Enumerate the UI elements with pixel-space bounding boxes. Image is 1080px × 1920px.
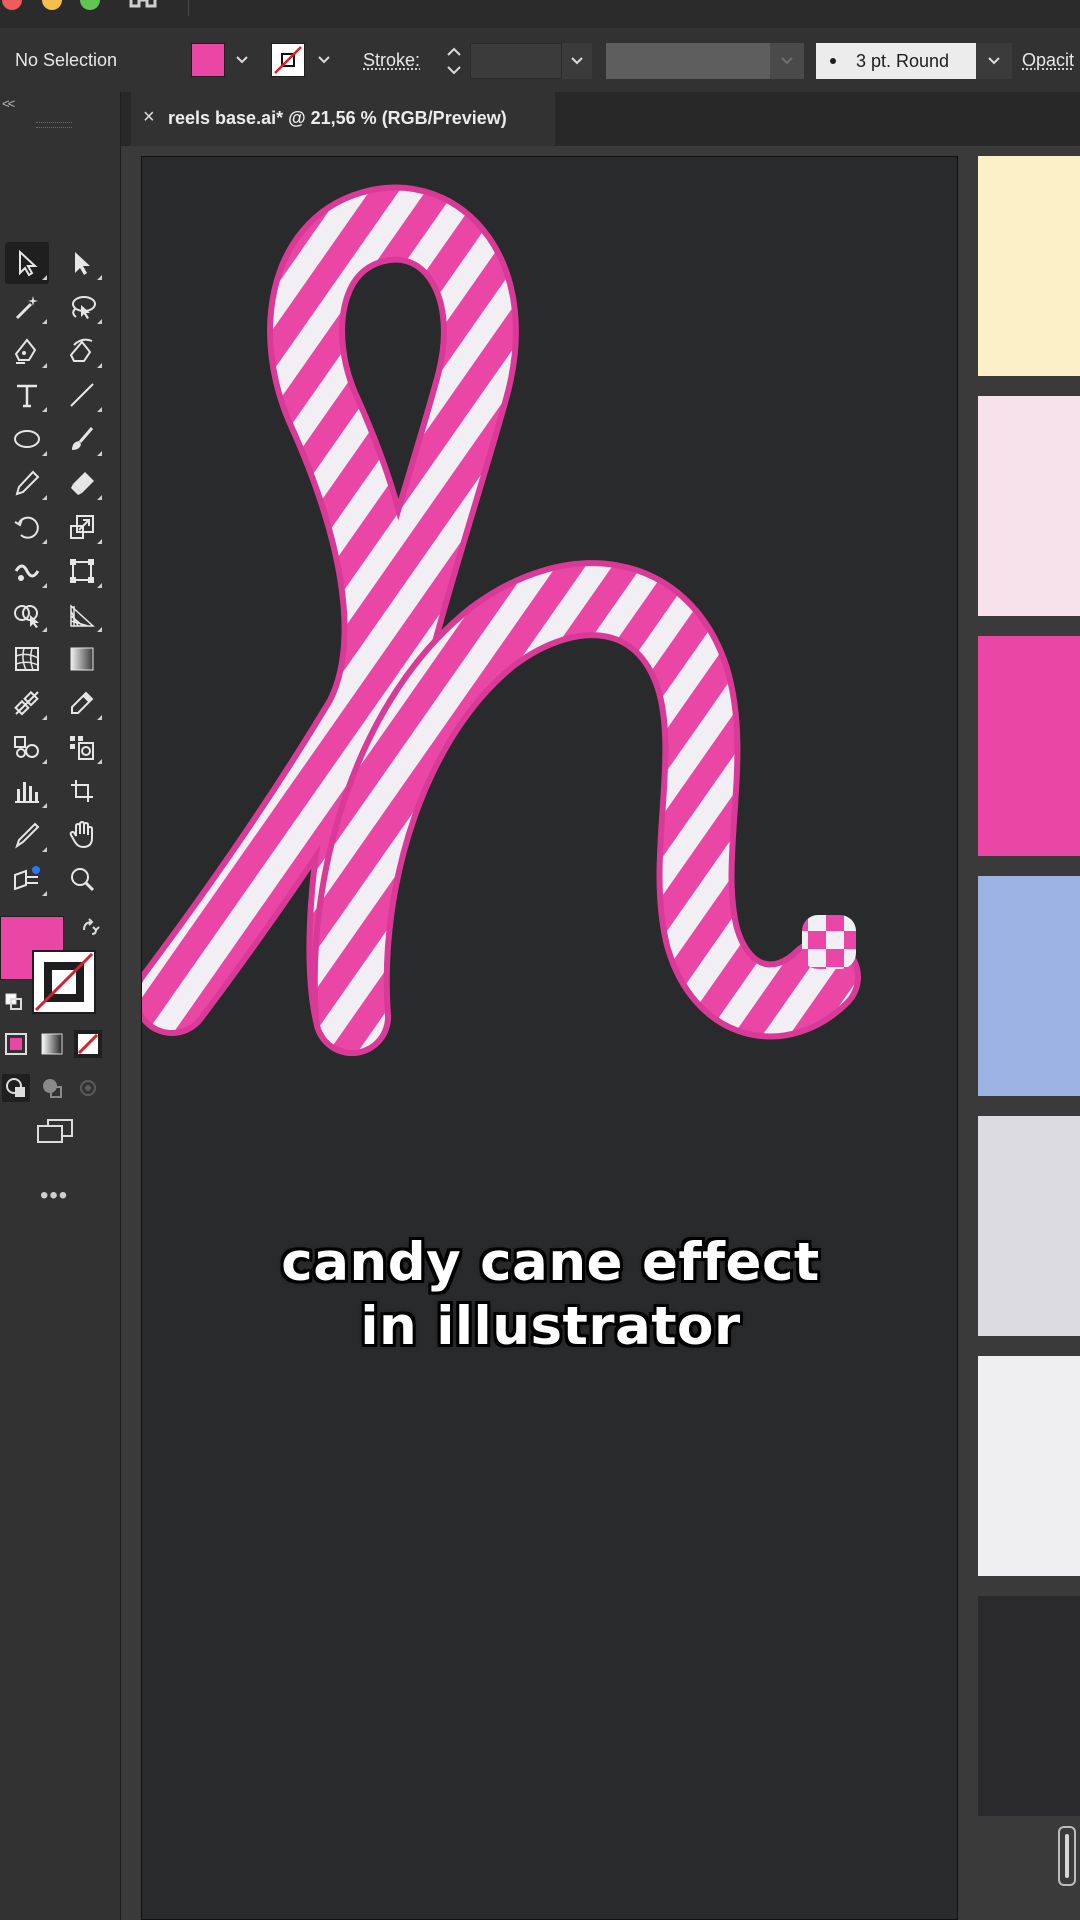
stroke-label[interactable]: Stroke: <box>363 50 420 71</box>
direct-selection-tool-icon[interactable] <box>60 242 104 284</box>
title-bar-divider <box>188 0 189 16</box>
selection-status-label: No Selection <box>15 50 118 70</box>
hand-tool-icon[interactable] <box>60 814 104 856</box>
scale-tool-icon[interactable] <box>60 506 104 548</box>
blend-tool-icon[interactable] <box>5 682 49 724</box>
stroke-swatch[interactable] <box>32 950 96 1014</box>
close-window-button[interactable] <box>2 0 22 10</box>
artboard-tool-icon[interactable] <box>60 770 104 812</box>
zoom-window-button[interactable] <box>80 0 100 10</box>
control-bar: No Selection Stroke: 3 pt. Round Opacit <box>0 28 1080 93</box>
selection-tool-icon[interactable] <box>5 242 49 284</box>
change-screen-mode-icon[interactable] <box>34 1118 76 1146</box>
brush-definition-label: 3 pt. Round <box>856 50 950 71</box>
slice-tool-icon[interactable] <box>5 814 49 856</box>
lasso-tool-icon[interactable] <box>60 286 104 328</box>
caption-line-2: in illustrator <box>360 1296 741 1357</box>
artboard-caption: candy cane effect in illustrator <box>142 1231 957 1359</box>
rotate-tool-icon[interactable] <box>5 506 49 548</box>
swap-fill-stroke-icon[interactable] <box>76 914 104 942</box>
stroke-weight-input[interactable] <box>470 43 562 79</box>
document-tab[interactable]: × reels base.ai* @ 21,56 % (RGB/Preview) <box>131 92 555 146</box>
swatch-card[interactable] <box>978 1116 1080 1336</box>
perspective-grid-tool-icon[interactable] <box>60 594 104 636</box>
edit-toolbar-button[interactable]: ••• <box>40 1182 68 1210</box>
eyedropper-tool-icon[interactable] <box>60 682 104 724</box>
minimize-window-button[interactable] <box>42 0 62 10</box>
puppet-warp-tool-icon[interactable] <box>5 858 49 900</box>
caption-line-1: candy cane effect <box>281 1232 820 1293</box>
graph-tool-icon[interactable] <box>5 770 49 812</box>
stroke-color-swatch[interactable] <box>271 43 305 77</box>
tools-panel: << ••• <box>0 92 121 1920</box>
brush-definition-field[interactable]: 3 pt. Round <box>816 43 976 79</box>
brush-definition-chevron-icon[interactable] <box>976 43 1012 79</box>
pen-tool-icon[interactable] <box>5 330 49 372</box>
symbol-tool-icon[interactable] <box>60 726 104 768</box>
scrollbar-handle[interactable] <box>1058 1826 1076 1886</box>
eraser-tool-icon[interactable] <box>60 462 104 504</box>
default-fill-stroke-icon[interactable] <box>0 988 28 1016</box>
draw-normal-icon[interactable] <box>2 1074 30 1102</box>
shape-builder-tool-icon[interactable] <box>5 594 49 636</box>
gradient-mode-icon[interactable] <box>38 1030 66 1058</box>
variable-width-chevron-icon[interactable] <box>770 43 804 79</box>
stroke-weight-chevron-icon[interactable] <box>562 43 592 79</box>
document-tab-bar: × reels base.ai* @ 21,56 % (RGB/Preview) <box>121 92 1080 146</box>
swatch-card[interactable] <box>978 1596 1080 1816</box>
window-title-bar <box>0 0 1080 28</box>
variable-width-profile[interactable] <box>606 43 770 79</box>
fill-color-swatch[interactable] <box>191 43 225 77</box>
mesh-tool-icon[interactable] <box>5 638 49 680</box>
type-tool-icon[interactable] <box>5 374 49 416</box>
color-mode-icon[interactable] <box>2 1030 30 1058</box>
zoom-tool-icon[interactable] <box>60 858 104 900</box>
panel-grip[interactable] <box>36 122 72 128</box>
close-tab-icon[interactable]: × <box>143 106 155 129</box>
draw-inside-icon[interactable] <box>74 1074 102 1102</box>
collapse-panel-button[interactable]: << <box>2 96 15 111</box>
warp-tool-icon[interactable] <box>5 550 49 592</box>
artboard[interactable]: candy cane effect in illustrator <box>141 156 958 1920</box>
fill-dropdown-chevron-icon[interactable] <box>229 43 255 77</box>
none-mode-icon[interactable] <box>74 1030 102 1058</box>
candy-cane-letter-h[interactable] <box>142 157 958 1920</box>
ellipse-tool-icon[interactable] <box>5 418 49 460</box>
document-tab-title: reels base.ai* @ 21,56 % (RGB/Preview) <box>168 108 507 128</box>
line-segment-tool-icon[interactable] <box>60 374 104 416</box>
swatch-card[interactable] <box>978 876 1080 1096</box>
magic-wand-tool-icon[interactable] <box>5 286 49 328</box>
gradient-tool-icon[interactable] <box>60 638 104 680</box>
swatch-card[interactable] <box>978 156 1080 376</box>
symbol-sprayer-tool-icon[interactable] <box>5 726 49 768</box>
stroke-weight-stepper[interactable] <box>438 43 470 79</box>
stroke-dropdown-chevron-icon[interactable] <box>311 43 337 77</box>
curvature-tool-icon[interactable] <box>60 330 104 372</box>
free-transform-tool-icon[interactable] <box>60 550 104 592</box>
home-icon[interactable] <box>128 0 158 12</box>
swatch-card[interactable] <box>978 636 1080 856</box>
opacity-label[interactable]: Opacit <box>1022 50 1074 71</box>
pencil-tool-icon[interactable] <box>5 462 49 504</box>
brush-tip-dot-icon <box>830 58 836 64</box>
swatch-card[interactable] <box>978 1356 1080 1576</box>
paintbrush-tool-icon[interactable] <box>60 418 104 460</box>
swatch-card[interactable] <box>978 396 1080 616</box>
draw-behind-icon[interactable] <box>38 1074 66 1102</box>
